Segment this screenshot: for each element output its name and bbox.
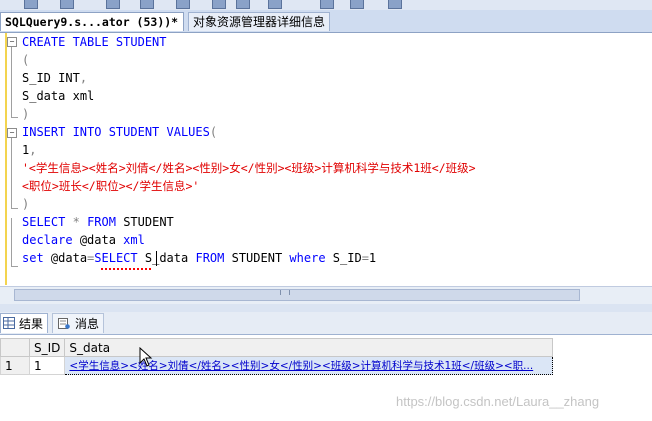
tab-messages-label: 消息 xyxy=(75,317,100,331)
outline-end xyxy=(11,117,18,118)
code-line: declare @data xml xyxy=(22,233,145,247)
grid-icon xyxy=(3,317,15,329)
code-line: CREATE TABLE STUDENT xyxy=(22,35,167,49)
toolbar-button-icon[interactable] xyxy=(106,0,120,9)
toolbar-button-icon[interactable] xyxy=(60,0,74,9)
code-line: S_ID INT, xyxy=(22,71,88,85)
code-line: ) xyxy=(22,197,30,211)
document-tab-bar: SQLQuery9.s...ator (53))* 对象资源管理器详细信息 xyxy=(0,10,652,33)
code-line: '<学生信息><姓名>刘倩</姓名><性别>女</性别><班级>计算机科学与技术… xyxy=(22,161,476,175)
tab-results[interactable]: 结果 xyxy=(0,313,48,333)
outline-end xyxy=(11,208,18,209)
code-line: ( xyxy=(22,53,30,67)
code-line: S_data xml xyxy=(22,89,95,103)
cell-s-id[interactable]: 1 xyxy=(28,356,66,375)
tab-messages[interactable]: 消息 xyxy=(52,313,104,333)
sql-editor[interactable]: − − CREATE TABLE STUDENT ( S_ID INT, S_d… xyxy=(0,33,652,285)
outline-line xyxy=(11,218,12,266)
column-header-s-id[interactable]: S_ID xyxy=(28,338,66,357)
message-icon xyxy=(58,318,70,329)
collapse-icon[interactable]: − xyxy=(7,128,17,138)
scrollbar-grip-icon xyxy=(280,290,290,295)
editor-horizontal-scrollbar[interactable] xyxy=(0,286,652,305)
toolbar xyxy=(0,0,652,10)
code-line: SELECT * FROM STUDENT xyxy=(22,215,174,229)
row-number[interactable]: 1 xyxy=(0,356,30,375)
tab-results-label: 结果 xyxy=(19,317,44,331)
toolbar-button-icon[interactable] xyxy=(212,0,226,9)
toolbar-button-icon[interactable] xyxy=(24,0,38,9)
code-line: INSERT INTO STUDENT VALUES( xyxy=(22,125,218,139)
pane-splitter[interactable] xyxy=(0,304,652,312)
toolbar-button-icon[interactable] xyxy=(320,0,334,9)
toolbar-button-icon[interactable] xyxy=(350,0,364,9)
outline-line xyxy=(11,138,12,208)
change-tracking-bar xyxy=(5,33,7,285)
outline-end xyxy=(11,266,18,267)
code-line: set @data=SELECT S_data FROM STUDENT whe… xyxy=(22,251,377,265)
toolbar-button-icon[interactable] xyxy=(236,0,250,9)
results-tab-bar: 结果 消息 xyxy=(0,312,652,335)
toolbar-button-icon[interactable] xyxy=(268,0,282,9)
text-caret xyxy=(156,251,157,266)
grid-header-row: S_ID S_data xyxy=(0,338,554,357)
outline-line xyxy=(11,47,12,117)
toolbar-button-icon[interactable] xyxy=(176,0,190,9)
watermark-text: https://blog.csdn.net/Laura__zhang xyxy=(396,394,600,409)
syntax-error-underline xyxy=(101,265,151,270)
row-header-corner[interactable] xyxy=(0,338,30,357)
tab-query-editor[interactable]: SQLQuery9.s...ator (53))* xyxy=(0,12,184,31)
results-grid[interactable]: S_ID S_data 1 1 <学生信息><姓名>刘倩</姓名><性别>女</… xyxy=(0,338,554,375)
collapse-icon[interactable]: − xyxy=(7,37,17,47)
table-row[interactable]: 1 1 <学生信息><姓名>刘倩</姓名><性别>女</性别><班级>计算机科学… xyxy=(0,356,554,375)
tab-object-explorer-details[interactable]: 对象资源管理器详细信息 xyxy=(188,12,330,31)
mouse-pointer-icon xyxy=(139,347,153,367)
code-line: ) xyxy=(22,107,30,121)
code-line: 1, xyxy=(22,143,37,157)
scrollbar-thumb[interactable] xyxy=(14,289,580,301)
toolbar-overflow-icon[interactable] xyxy=(388,0,402,9)
toolbar-button-icon[interactable] xyxy=(140,0,154,9)
code-line: <职位>班长</职位></学生信息>' xyxy=(22,179,200,193)
